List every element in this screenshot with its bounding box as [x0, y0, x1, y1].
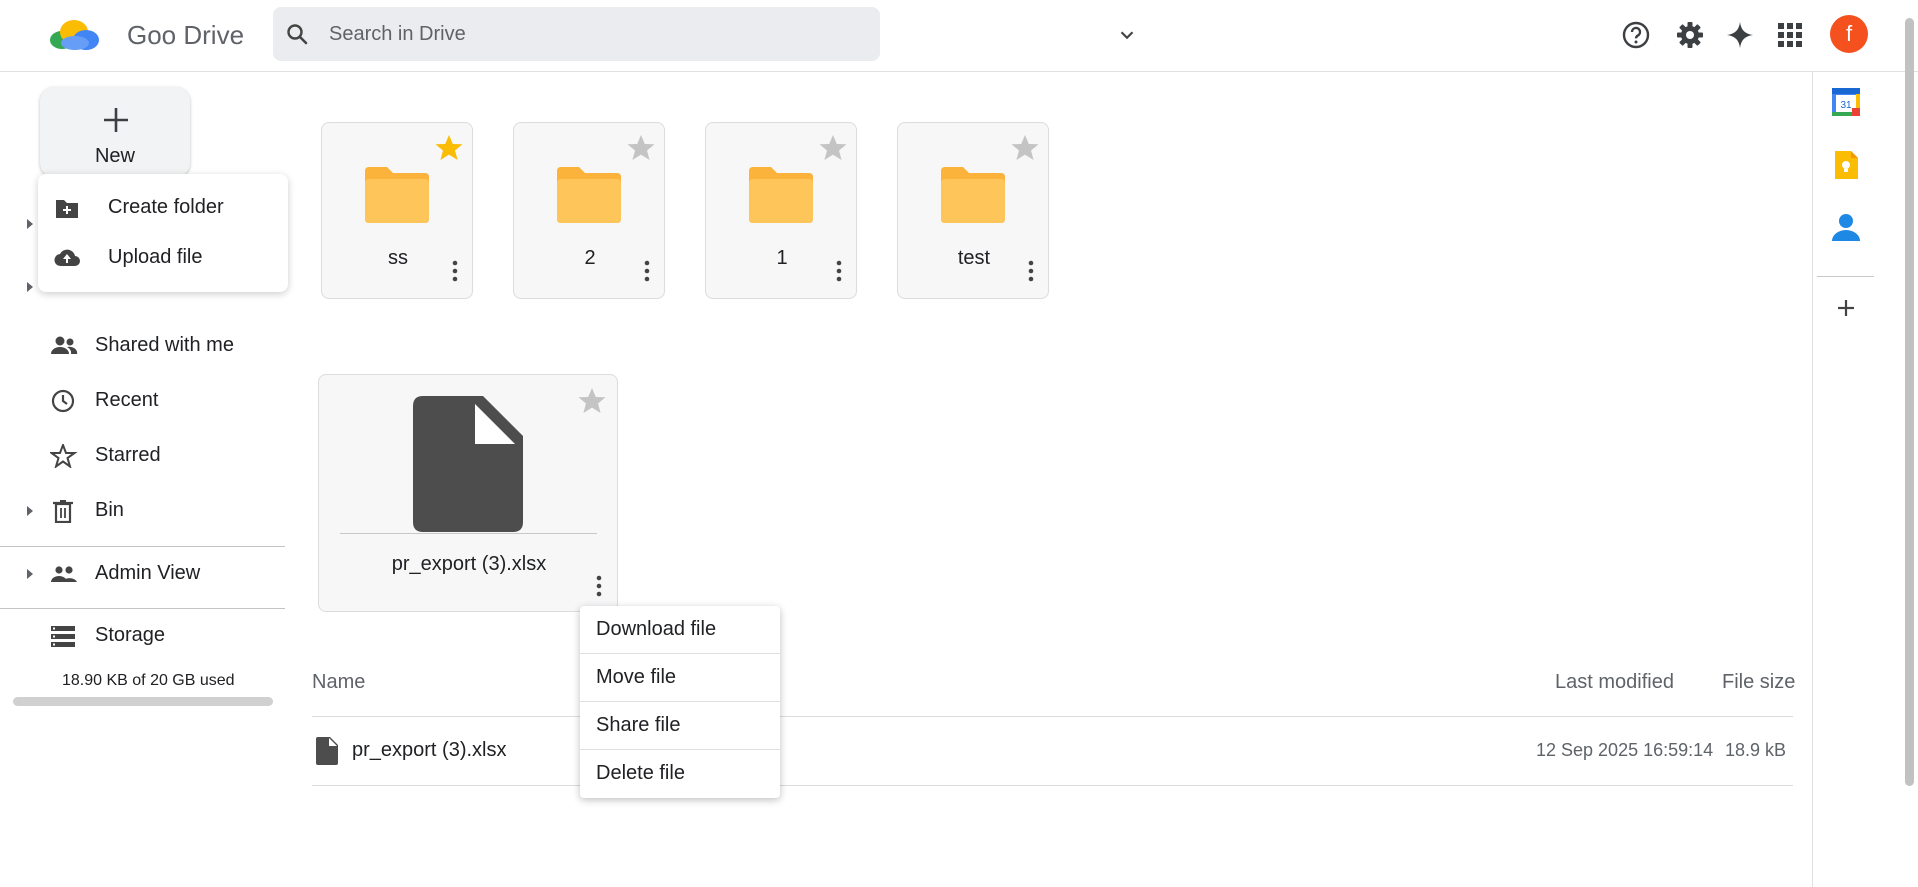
create-folder-menu-item[interactable]: Create folder — [38, 185, 288, 231]
more-vert-icon[interactable] — [1026, 259, 1036, 283]
file-document-icon — [413, 396, 523, 532]
column-header-name[interactable]: Name — [312, 671, 365, 694]
sidebar-item-label: Bin — [95, 499, 124, 521]
sidebar-item-label: Admin View — [95, 562, 201, 584]
sidebar-divider — [0, 608, 285, 609]
app-title: Goo Drive — [127, 20, 245, 50]
upload-file-menu-item[interactable]: Upload file — [38, 235, 288, 281]
folder-icon — [749, 167, 813, 223]
right-rail-separator — [1817, 276, 1874, 277]
menu-item-label: Move file — [596, 666, 677, 688]
page-scrollbar[interactable] — [1905, 18, 1914, 786]
storage-icon — [51, 626, 75, 647]
more-vert-icon[interactable] — [450, 259, 460, 283]
create-folder-icon — [56, 200, 78, 218]
star-filled-icon[interactable] — [434, 133, 464, 163]
star-icon[interactable] — [1010, 133, 1040, 163]
file-row-name: pr_export (3).xlsx — [352, 739, 507, 761]
create-folder-label: Create folder — [108, 196, 224, 218]
table-row[interactable]: pr_export (3).xlsx 12 Sep 2025 16:59:14 … — [312, 721, 1793, 785]
star-outline-icon — [50, 444, 78, 468]
new-menu: Create folder Upload file — [38, 174, 288, 292]
sidebar-item-admin-view[interactable]: Admin View — [0, 550, 285, 598]
sidebar-item-bin[interactable]: Bin — [0, 487, 285, 535]
chevron-down-icon[interactable] — [1116, 24, 1138, 46]
settings-icon[interactable] — [1672, 17, 1708, 53]
folder-card[interactable]: 2 — [513, 122, 665, 299]
delete-file-menu-item[interactable]: Delete file — [580, 750, 780, 798]
menu-item-label: Download file — [596, 618, 717, 640]
star-icon[interactable] — [626, 133, 656, 163]
clock-icon — [51, 389, 75, 413]
trash-icon — [53, 500, 73, 523]
right-rail-divider — [1812, 72, 1813, 887]
folder-card[interactable]: ss — [321, 122, 473, 299]
star-icon[interactable] — [818, 133, 848, 163]
more-vert-icon[interactable] — [594, 574, 604, 598]
goo-drive-logo[interactable] — [48, 18, 102, 52]
file-name: pr_export (3).xlsx — [391, 553, 547, 575]
storage-usage-text: 18.90 KB of 20 GB used — [62, 672, 235, 689]
folder-icon — [941, 167, 1005, 223]
expand-caret-icon[interactable] — [25, 218, 35, 230]
table-divider — [312, 716, 1793, 717]
apps-grid-icon[interactable] — [1772, 17, 1808, 53]
admin-people-icon — [51, 566, 77, 582]
new-button[interactable]: New — [40, 87, 190, 177]
folder-card[interactable]: 1 — [705, 122, 857, 299]
people-icon — [51, 336, 78, 354]
folder-icon — [365, 167, 429, 223]
calendar-icon[interactable]: 31 — [1830, 86, 1862, 118]
keep-icon[interactable] — [1830, 149, 1862, 181]
expand-caret-icon[interactable] — [25, 281, 35, 293]
sidebar-item-label: Storage — [95, 624, 166, 646]
file-card[interactable]: pr_export (3).xlsx — [318, 374, 618, 612]
file-row-modified: 12 Sep 2025 16:59:14 — [1536, 740, 1714, 760]
move-file-menu-item[interactable]: Move file — [580, 654, 780, 702]
help-icon[interactable] — [1618, 17, 1654, 53]
upload-file-label: Upload file — [108, 246, 203, 268]
menu-item-label: Delete file — [596, 762, 685, 784]
sidebar-item-label: Starred — [95, 444, 161, 466]
table-divider — [312, 785, 1793, 786]
file-context-menu: Download file Move file Share file Delet… — [580, 606, 780, 798]
svg-text:31: 31 — [1840, 100, 1852, 111]
search-bar[interactable] — [273, 7, 1134, 61]
column-header-file-size[interactable]: File size — [1722, 671, 1795, 694]
sidebar-item-label: Shared with me — [95, 334, 234, 356]
sidebar-item-recent[interactable]: Recent — [0, 377, 285, 425]
folder-card[interactable]: test — [897, 122, 1049, 299]
folder-icon — [557, 167, 621, 223]
sidebar-item-label: Recent — [95, 389, 159, 411]
menu-item-label: Share file — [596, 714, 681, 736]
search-icon[interactable] — [285, 22, 309, 46]
sidebar-divider — [0, 546, 285, 547]
file-row-size: 18.9 kB — [1725, 740, 1787, 760]
sparkle-icon[interactable] — [1722, 17, 1758, 53]
search-input[interactable] — [329, 17, 809, 51]
star-icon[interactable] — [577, 386, 607, 416]
file-card-divider — [340, 533, 597, 534]
upload-icon — [54, 249, 80, 267]
add-icon[interactable] — [1830, 292, 1862, 324]
new-button-label: New — [94, 145, 135, 167]
sidebar-item-shared-with-me[interactable]: Shared with me — [0, 322, 285, 370]
more-vert-icon[interactable] — [642, 259, 652, 283]
column-header-last-modified[interactable]: Last modified — [1555, 671, 1674, 694]
file-icon — [316, 737, 338, 765]
contacts-icon[interactable] — [1830, 211, 1862, 243]
plus-icon — [104, 108, 128, 132]
share-file-menu-item[interactable]: Share file — [580, 702, 780, 750]
storage-progress-bar — [13, 697, 273, 706]
app-header: Goo Drive Search in Drive f — [0, 0, 1918, 72]
sidebar-item-storage[interactable]: Storage — [0, 612, 285, 660]
download-file-menu-item[interactable]: Download file — [580, 606, 780, 654]
avatar[interactable]: f — [1830, 15, 1868, 53]
more-vert-icon[interactable] — [834, 259, 844, 283]
sidebar-item-starred[interactable]: Starred — [0, 432, 285, 480]
